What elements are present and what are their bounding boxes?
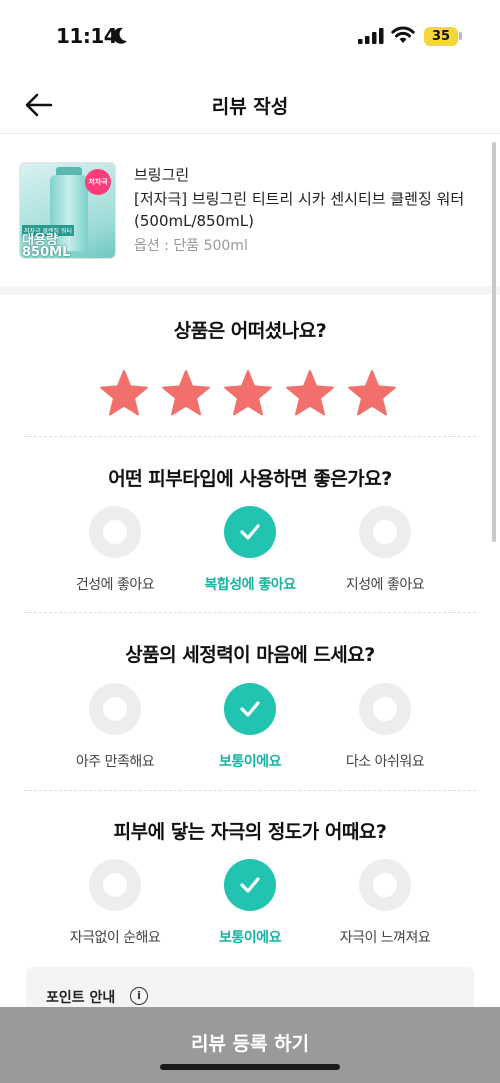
product-brand: 브링그린 <box>134 166 190 184</box>
check-icon <box>240 877 260 893</box>
option-dry-skin[interactable]: 건성에 좋아요 <box>40 506 190 594</box>
home-indicator <box>160 1064 340 1070</box>
star-icon[interactable] <box>222 368 274 420</box>
option-label: 자극없이 순해요 <box>69 930 161 946</box>
option-combination-skin[interactable]: 복합성에 좋아요 <box>175 506 325 594</box>
product-option: 옵션 : 단품 500ml <box>134 238 248 254</box>
status-time: 11:14 <box>56 24 118 48</box>
radio-circle[interactable] <box>359 683 411 735</box>
skin-type-question: 어떤 피부타입에 사용하면 좋은가요? <box>108 468 392 490</box>
thumbnail-promo: 대용량 850ML <box>22 234 71 259</box>
wifi-icon <box>391 26 415 43</box>
product-summary: 저자극 저자극 클렌징 워터 대용량 850ML 브링그린 [저자극] 브링그린… <box>0 136 500 286</box>
rating-question: 상품은 어떠셨나요? <box>173 320 327 342</box>
star-icon[interactable] <box>346 368 398 420</box>
battery-indicator: 35 <box>424 27 458 46</box>
star-rating[interactable] <box>98 368 398 420</box>
radio-circle[interactable] <box>89 683 141 735</box>
signal-icon <box>358 28 384 44</box>
radio-circle[interactable] <box>89 506 141 558</box>
page-title: 리뷰 작성 <box>211 96 289 118</box>
dashed-divider <box>24 790 476 791</box>
radio-circle[interactable] <box>359 506 411 558</box>
cleansing-question: 상품의 세정력이 마음에 드세요? <box>125 644 375 666</box>
option-label: 건성에 좋아요 <box>75 577 155 593</box>
points-info-title: 포인트 안내 <box>46 990 116 1006</box>
option-very-satisfied[interactable]: 아주 만족해요 <box>40 683 190 771</box>
check-icon <box>240 701 260 717</box>
product-name: [저자극] 브링그린 티트리 시카 센시티브 클렌징 워터 (500mL/850… <box>134 190 465 230</box>
moon-icon <box>112 27 127 44</box>
thumbnail-badge: 저자극 <box>85 169 111 195</box>
submit-review-button[interactable]: 리뷰 등록 하기 <box>0 1007 500 1083</box>
option-label-selected: 보통이에요 <box>219 930 281 946</box>
option-irritation-average[interactable]: 보통이에요 <box>175 859 325 947</box>
radio-circle[interactable] <box>359 859 411 911</box>
option-gentle[interactable]: 자극없이 순해요 <box>40 859 190 947</box>
option-label-selected: 복합성에 좋아요 <box>204 577 296 593</box>
irritation-question: 피부에 닿는 자극의 정도가 어때요? <box>113 821 387 843</box>
dashed-divider <box>24 612 476 613</box>
option-label: 다소 아쉬워요 <box>345 754 425 770</box>
star-icon[interactable] <box>284 368 336 420</box>
option-average[interactable]: 보통이에요 <box>175 683 325 771</box>
option-oily-skin[interactable]: 지성에 좋아요 <box>310 506 460 594</box>
check-icon <box>240 524 260 540</box>
radio-circle[interactable] <box>89 859 141 911</box>
radio-circle-selected[interactable] <box>224 506 276 558</box>
section-divider <box>0 286 500 295</box>
option-label-selected: 보통이에요 <box>219 754 281 770</box>
option-label: 자극이 느껴져요 <box>339 930 431 946</box>
product-thumbnail: 저자극 저자극 클렌징 워터 대용량 850ML <box>19 162 116 259</box>
option-label: 지성에 좋아요 <box>345 577 425 593</box>
star-icon[interactable] <box>98 368 150 420</box>
battery-cap <box>459 32 462 40</box>
dashed-divider <box>24 436 476 437</box>
option-disappointing[interactable]: 다소 아쉬워요 <box>310 683 460 771</box>
option-label: 아주 만족해요 <box>75 754 155 770</box>
radio-circle-selected[interactable] <box>224 859 276 911</box>
thumbnail-promo-line2: 850ML <box>22 245 71 259</box>
radio-circle-selected[interactable] <box>224 683 276 735</box>
star-icon[interactable] <box>160 368 212 420</box>
info-icon[interactable]: i <box>130 987 148 1005</box>
option-irritating[interactable]: 자극이 느껴져요 <box>310 859 460 947</box>
header: 리뷰 작성 <box>0 76 500 134</box>
status-bar: 11:14 35 <box>0 0 500 76</box>
